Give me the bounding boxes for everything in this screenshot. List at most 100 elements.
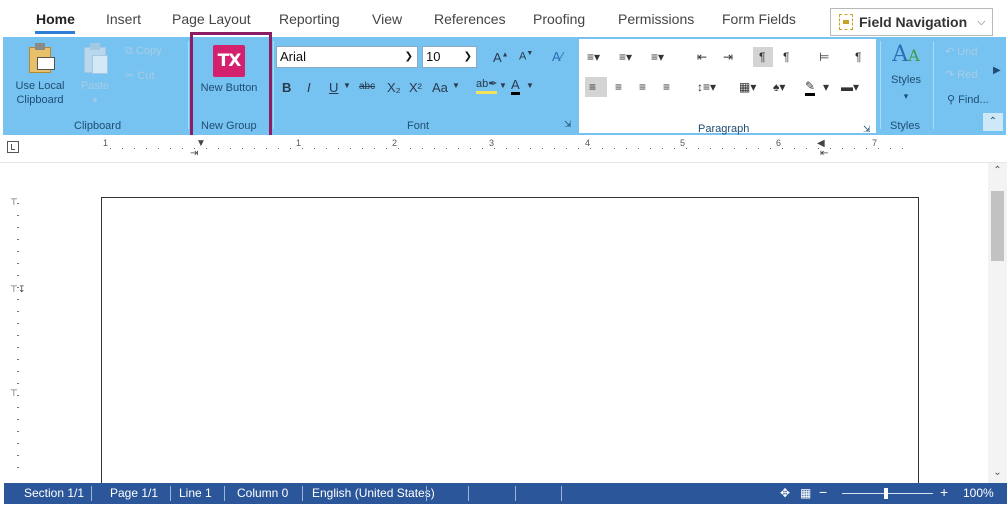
status-divider (224, 486, 225, 501)
justify-icon[interactable]: ≡ (663, 79, 670, 95)
ruler-number: 2 (392, 138, 398, 148)
use-local-clipboard-button[interactable]: Use Local Clipboard (11, 43, 69, 107)
scrollbar-thumb[interactable] (991, 191, 1004, 261)
font-size-combobox[interactable]: 10 ❯ (422, 46, 477, 68)
tab-permissions[interactable]: Permissions (618, 11, 694, 27)
top-margin-marker[interactable]: ⊤ (10, 197, 18, 208)
borders-icon[interactable]: ▦▾ (739, 79, 756, 95)
font-color-dropdown-icon[interactable]: ▼ (526, 81, 534, 90)
styles-button[interactable]: AA Styles ▾ (885, 43, 927, 103)
ruler-tick (17, 467, 19, 468)
ruler-tick (746, 148, 747, 149)
document-page[interactable] (101, 197, 919, 497)
subscript-button[interactable]: X₂ (387, 80, 401, 95)
tab-insert[interactable]: Insert (106, 11, 141, 27)
bold-button[interactable]: B (282, 80, 291, 95)
shading-icon[interactable]: ♠▾ (773, 79, 785, 95)
frame-color-icon[interactable]: ✎ (805, 79, 816, 96)
ruler-tick (758, 148, 759, 149)
font-name-combobox[interactable]: Arial ❯ (276, 46, 418, 68)
tab-reporting[interactable]: Reporting (279, 11, 340, 27)
strikethrough-button[interactable]: abc (359, 81, 375, 92)
zoom-out-button[interactable]: − (819, 484, 827, 500)
font-color-icon[interactable]: A (511, 77, 520, 95)
ruler-tick (17, 359, 19, 360)
right-to-left-icon[interactable]: ¶ (783, 49, 789, 65)
undo-button[interactable]: ↶ Und (945, 45, 977, 58)
page-view-icon[interactable]: ▦ (800, 486, 811, 500)
tab-references[interactable]: References (434, 11, 506, 27)
frame-style-icon[interactable]: ▬▾ (841, 79, 859, 95)
tab-form-fields[interactable]: Form Fields (722, 11, 796, 27)
change-case-dropdown-icon[interactable]: ▼ (452, 81, 460, 90)
tab-view[interactable]: View (372, 11, 402, 27)
left-indent-marker[interactable]: ⇥ (190, 148, 198, 159)
zoom-level[interactable]: 100% (963, 486, 994, 500)
collapse-ribbon-icon[interactable]: ⌃ (983, 113, 1003, 131)
find-button[interactable]: ⚲ Find... (947, 93, 989, 106)
highlight-color-icon[interactable]: ab✒ (476, 77, 498, 94)
ruler-number: 1 (296, 138, 302, 148)
ruler-tick (17, 263, 19, 264)
styles-group-label: Styles (890, 120, 920, 132)
tab-stop-icon[interactable]: ⊨ (819, 49, 829, 65)
zoom-in-button[interactable]: + (940, 484, 948, 500)
bullets-icon[interactable]: ≡▾ (587, 49, 600, 65)
align-right-icon[interactable]: ≡ (639, 79, 646, 95)
ribbon-scroll-right-icon[interactable]: ▶ (993, 65, 1001, 76)
cut-button[interactable]: ✂ Cut (125, 69, 154, 82)
ruler-number: 4 (585, 138, 591, 148)
ruler-tick (314, 148, 315, 149)
numbering-icon[interactable]: ≡▾ (619, 49, 632, 65)
multilevel-list-icon[interactable]: ≡▾ (651, 49, 664, 65)
paste-button[interactable]: Paste ▾ (75, 43, 115, 107)
document-area[interactable]: ⊤ ⊤↧ ⊤ (0, 163, 988, 497)
fit-view-icon[interactable]: ✥ (780, 486, 790, 500)
ruler-tick (17, 251, 19, 252)
ruler-tick (566, 148, 567, 149)
highlight-dropdown-icon[interactable]: ▼ (499, 81, 507, 90)
ruler-tick (794, 148, 795, 149)
field-navigation-button[interactable]: Field Navigation ⌵ (830, 8, 993, 36)
left-to-right-icon[interactable]: ¶ (759, 49, 765, 65)
line-spacing-icon[interactable]: ↕≡▾ (697, 79, 716, 95)
clear-formatting-icon[interactable]: A∕ (552, 49, 563, 64)
right-margin-marker[interactable]: ⇤ (820, 148, 828, 159)
decrease-indent-icon[interactable]: ⇤ (697, 49, 707, 65)
ruler-tick (290, 148, 291, 149)
copy-button[interactable]: ⧉ Copy (125, 45, 162, 58)
increase-indent-icon[interactable]: ⇥ (723, 49, 733, 65)
tab-stop-selector-icon[interactable] (7, 141, 19, 153)
underline-button[interactable]: U (329, 80, 338, 95)
superscript-button[interactable]: X² (409, 80, 422, 95)
ruler-tick (554, 148, 555, 149)
zoom-slider-thumb[interactable] (884, 488, 888, 499)
scroll-down-icon[interactable]: ⌄ (988, 467, 1007, 478)
ruler-tick (242, 148, 243, 149)
ruler-tick (254, 148, 255, 149)
frame-color-dropdown-icon[interactable]: ▾ (823, 79, 829, 95)
ruler-tick (710, 148, 711, 149)
redo-button[interactable]: ↷ Red (945, 68, 977, 81)
field-navigation-icon (839, 14, 853, 30)
chevron-down-icon: ⌵ (977, 15, 986, 28)
grow-font-button[interactable]: A▲ (493, 50, 509, 65)
tab-page-layout[interactable]: Page Layout (172, 11, 251, 27)
align-center-icon[interactable]: ≡ (615, 79, 622, 95)
italic-button[interactable]: I (307, 80, 311, 95)
undo-label: Und (957, 46, 978, 58)
tab-proofing[interactable]: Proofing (533, 11, 585, 27)
change-case-button[interactable]: Aa (432, 80, 448, 95)
group-divider (273, 41, 274, 129)
ribbon-tab-bar: Home Insert Page Layout Reporting View R… (0, 0, 1007, 37)
status-language[interactable]: English (United States) (312, 486, 435, 500)
redo-icon: ↷ (945, 69, 955, 81)
scroll-up-icon[interactable]: ⌃ (988, 165, 1007, 176)
font-dialog-launcher-icon[interactable]: ⇲ (564, 119, 572, 130)
underline-dropdown-icon[interactable]: ▼ (343, 81, 351, 90)
tab-home[interactable]: Home (36, 11, 75, 27)
show-formatting-marks-icon[interactable]: ¶ (855, 49, 861, 65)
shrink-font-button[interactable]: A▼ (519, 50, 533, 63)
align-left-icon[interactable]: ≡ (589, 79, 596, 95)
vertical-scrollbar[interactable]: ⌃ ⌄ (988, 163, 1007, 483)
